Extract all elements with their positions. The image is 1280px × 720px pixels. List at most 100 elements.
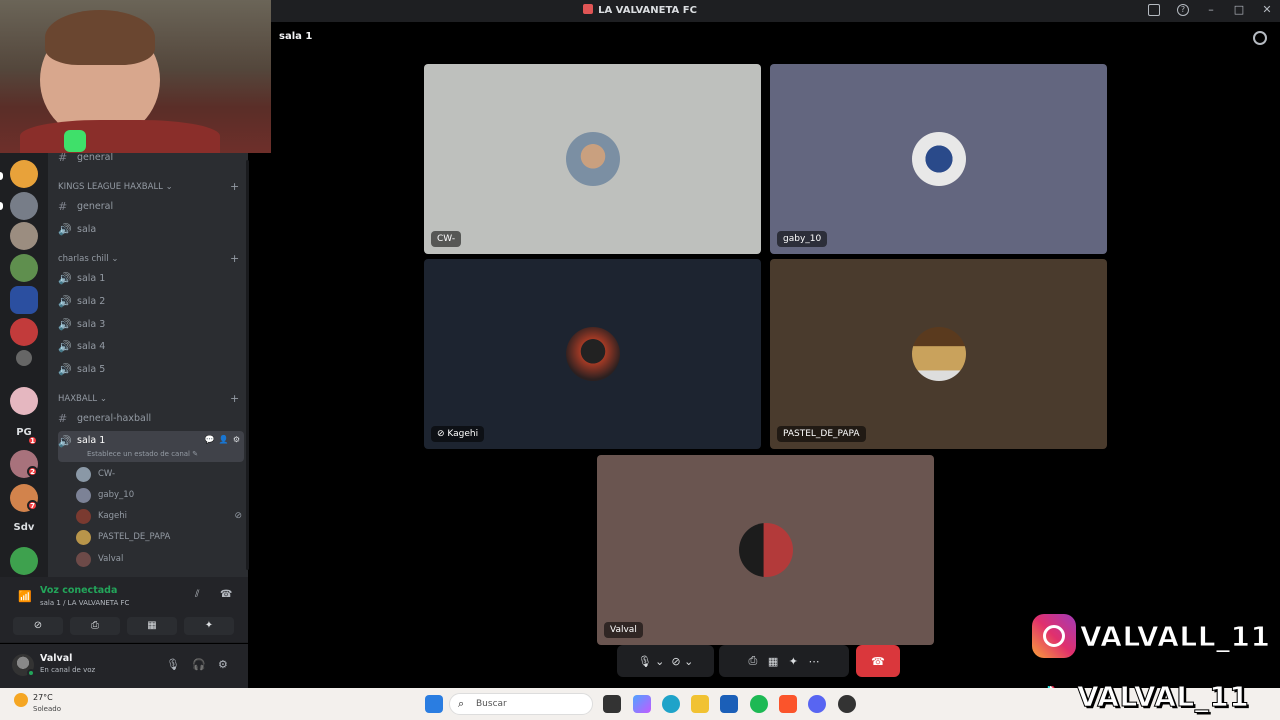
edge-icon[interactable] xyxy=(662,695,680,713)
participant-tile[interactable]: CW- xyxy=(424,64,761,254)
microphone-icon[interactable]: 🎙 xyxy=(166,658,180,671)
screen-share-icon: ⎙ xyxy=(91,620,99,631)
channel-name: sala 4 xyxy=(77,340,106,352)
close-button[interactable]: ✕ xyxy=(1260,3,1274,16)
participant-tile[interactable]: gaby_10 xyxy=(770,64,1107,254)
discord-icon[interactable] xyxy=(808,695,826,713)
text-server-icon[interactable]: Sdv xyxy=(6,522,42,533)
unread-pill xyxy=(0,172,3,180)
store-icon[interactable] xyxy=(720,695,738,713)
gear-icon[interactable]: ⚙ xyxy=(233,435,240,444)
category-header[interactable]: charlas chill ⌄ xyxy=(58,254,118,264)
weather-condition[interactable]: Soleado xyxy=(33,705,61,713)
channel-voice[interactable]: 🔊 sala 3 xyxy=(58,314,244,334)
add-channel-icon[interactable]: + xyxy=(230,252,239,265)
file-explorer-icon[interactable] xyxy=(691,695,709,713)
headphones-icon[interactable]: 🎧 xyxy=(192,658,206,671)
add-channel-icon[interactable]: + xyxy=(230,392,239,405)
obs-icon[interactable] xyxy=(838,695,856,713)
crown-server-icon[interactable] xyxy=(10,160,38,188)
chat-icon[interactable]: 💬 xyxy=(205,435,215,444)
voice-user[interactable]: CW- xyxy=(76,464,236,484)
inbox-icon[interactable] xyxy=(1148,4,1160,16)
spotify-icon[interactable] xyxy=(750,695,768,713)
brave-icon[interactable] xyxy=(779,695,797,713)
activities-icon[interactable]: ▦ xyxy=(768,655,778,668)
copilot-icon[interactable] xyxy=(633,695,651,713)
avatar xyxy=(76,487,91,503)
game-server-icon[interactable] xyxy=(10,254,38,282)
task-view-icon[interactable] xyxy=(603,695,621,713)
gear-icon[interactable]: ⚙ xyxy=(218,658,228,671)
photo-server-icon[interactable] xyxy=(16,350,32,366)
sun-icon[interactable] xyxy=(14,693,28,707)
screen-share-icon[interactable]: ⎙ xyxy=(749,654,758,668)
soundboard-button[interactable]: ✦ xyxy=(184,617,234,635)
mic-control[interactable]: 🎙 ⌄ ⊘ ⌄ xyxy=(617,645,714,677)
streamer-hair xyxy=(45,10,155,65)
category-header[interactable]: HAXBALL ⌄ xyxy=(58,394,107,404)
camera-off-icon[interactable]: ⊘ xyxy=(671,655,680,668)
pig-server-icon[interactable] xyxy=(10,387,38,415)
avatar xyxy=(565,132,620,186)
participant-tile[interactable]: PASTEL_DE_PAPA xyxy=(770,259,1107,449)
activities-icon: ▦ xyxy=(147,620,157,631)
noise-suppression-icon[interactable]: ⫽ xyxy=(195,589,199,600)
voice-user-name: PASTEL_DE_PAPA xyxy=(98,532,171,542)
channel-voice[interactable]: 🔊 sala 2 xyxy=(58,291,244,311)
voice-user[interactable]: PASTEL_DE_PAPA xyxy=(76,527,236,547)
avatar xyxy=(76,551,91,567)
participant-name: CW- xyxy=(431,231,462,247)
help-icon[interactable]: ? xyxy=(1177,4,1189,16)
disconnect-button[interactable]: ☎ xyxy=(856,645,900,677)
soundboard-icon[interactable]: ✦ xyxy=(789,655,798,668)
channel-text[interactable]: # general-haxball xyxy=(58,408,244,428)
server-icon[interactable] xyxy=(10,192,38,220)
minimize-button[interactable]: – xyxy=(1204,3,1218,16)
user-name[interactable]: Valval xyxy=(40,653,72,664)
voice-status-subtitle[interactable]: sala 1 / LA VALVANETA FC xyxy=(40,599,129,607)
search-box[interactable]: ⌕ Buscar xyxy=(449,693,593,715)
channel-voice[interactable]: 🔊 sala xyxy=(58,219,244,239)
voice-user[interactable]: Valval xyxy=(76,549,236,569)
signal-icon[interactable]: 📶 xyxy=(18,590,32,603)
activities-button[interactable]: ▦ xyxy=(127,617,177,635)
activity-icon[interactable] xyxy=(1253,31,1267,45)
dog-server-icon[interactable] xyxy=(10,222,38,250)
hash-icon: # xyxy=(58,152,68,164)
category-header[interactable]: KINGS LEAGUE HAXBALL ⌄ xyxy=(58,182,173,192)
microphone-icon[interactable]: 🎙 xyxy=(638,655,652,668)
speaker-icon: 🔊 xyxy=(58,339,72,353)
online-status-dot xyxy=(27,669,35,677)
chevron-down-icon[interactable]: ⌄ xyxy=(655,655,664,668)
add-channel-icon[interactable]: + xyxy=(230,180,239,193)
channel-voice[interactable]: 🔊 sala 5 xyxy=(58,359,244,379)
weather-temp[interactable]: 27°C xyxy=(33,693,53,702)
voice-user[interactable]: gaby_10 xyxy=(76,485,236,505)
webcam-overlay xyxy=(0,0,271,153)
channel-voice[interactable]: 🔊 sala 1 xyxy=(58,268,244,288)
poster-server-icon[interactable] xyxy=(10,286,38,314)
voice-status-title[interactable]: Voz conectada xyxy=(40,585,117,596)
camera-button[interactable]: ⊘ xyxy=(13,617,63,635)
disconnect-icon[interactable]: ☎ xyxy=(220,589,232,600)
channel-voice-active[interactable]: 🔊 sala 1 💬 👤 ⚙ Establece un estado de can… xyxy=(58,431,244,462)
channel-status-placeholder[interactable]: Establece un estado de canal ✎ xyxy=(87,450,198,458)
more-icon[interactable]: ⋯ xyxy=(808,655,819,668)
participant-tile[interactable]: Valval xyxy=(597,455,934,645)
channel-sidebar: # general KINGS LEAGUE HAXBALL ⌄ + # gener… xyxy=(48,152,248,577)
invite-icon[interactable]: 👤 xyxy=(219,435,229,444)
channel-voice[interactable]: 🔊 sala 4 xyxy=(58,336,244,356)
start-icon[interactable] xyxy=(425,695,443,713)
channel-text[interactable]: # general xyxy=(58,196,244,216)
screen-share-button[interactable]: ⎙ xyxy=(70,617,120,635)
skull-server-icon[interactable] xyxy=(10,547,38,575)
search-placeholder: Buscar xyxy=(476,699,507,709)
chevron-down-icon[interactable]: ⌄ xyxy=(684,655,693,668)
football-server-icon[interactable] xyxy=(10,318,38,346)
participant-tile[interactable]: ⊘ Kagehi xyxy=(424,259,761,449)
channel-text[interactable]: # general xyxy=(58,152,244,167)
maximize-button[interactable]: □ xyxy=(1232,3,1246,16)
sidebar-scrollbar[interactable] xyxy=(246,160,249,570)
voice-user[interactable]: Kagehi ⊘ xyxy=(76,506,242,526)
